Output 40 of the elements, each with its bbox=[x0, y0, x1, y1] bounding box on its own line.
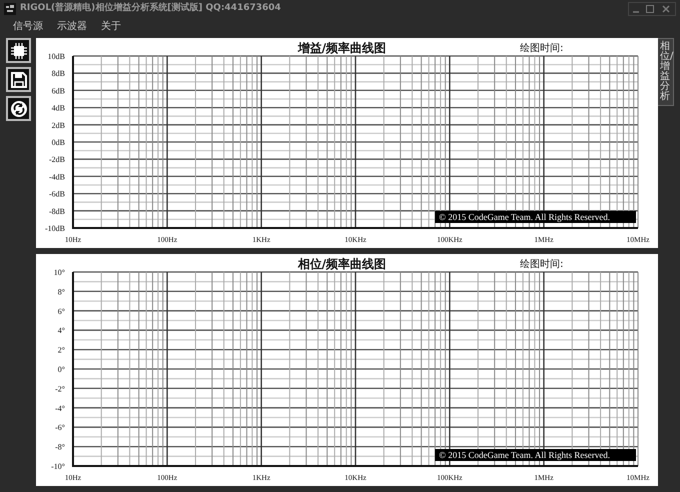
menu-item[interactable]: 信号源 bbox=[6, 18, 50, 36]
plot-time-label: 绘图时间: bbox=[520, 259, 564, 270]
y-axis-label: 6° bbox=[58, 306, 65, 316]
copyright-label: © 2015 CodeGame Team. All Rights Reserved. bbox=[435, 211, 636, 223]
y-axis-label: -10dB bbox=[45, 224, 65, 233]
toolbar-button[interactable] bbox=[6, 96, 31, 121]
y-axis-label: 10° bbox=[54, 268, 65, 277]
y-axis-label: 0dB bbox=[52, 138, 65, 147]
toolbar-button[interactable] bbox=[6, 38, 31, 63]
window-title: RIGOL(普源精电)相位增益分析系统[测试版] QQ:441673604 bbox=[20, 2, 281, 16]
y-axis-label: 8dB bbox=[52, 69, 65, 78]
chart-title: 相位/频率曲线图 bbox=[298, 257, 386, 271]
y-axis-label: -8dB bbox=[49, 206, 65, 216]
y-axis-label: -8° bbox=[55, 442, 65, 452]
y-axis-label: -4° bbox=[55, 404, 65, 413]
y-axis-label: 4dB bbox=[52, 104, 65, 113]
y-axis-label: -2° bbox=[55, 384, 65, 394]
maximize-icon[interactable] bbox=[643, 3, 657, 15]
y-axis-label: -6dB bbox=[49, 190, 65, 199]
y-axis-label: 2° bbox=[58, 346, 65, 355]
chart-title: 增益/频率曲线图 bbox=[298, 41, 386, 55]
y-axis-label: 10dB bbox=[48, 52, 65, 61]
y-axis-label: 4° bbox=[58, 326, 65, 336]
y-axis-label: -2dB bbox=[49, 155, 65, 164]
copyright-label: © 2015 CodeGame Team. All Rights Reserved. bbox=[435, 449, 636, 461]
plot-time-label: 绘图时间: bbox=[520, 43, 564, 54]
refresh-icon bbox=[10, 100, 28, 118]
side-tab[interactable]: 相位/增益分析 bbox=[658, 38, 674, 106]
y-axis-label: 6dB bbox=[52, 86, 65, 96]
chip-icon bbox=[10, 42, 28, 60]
y-axis-label: 8° bbox=[58, 287, 65, 296]
toolbar-button[interactable] bbox=[6, 67, 31, 92]
menu-item[interactable]: 示波器 bbox=[50, 18, 94, 36]
y-axis-label: -4dB bbox=[49, 172, 65, 182]
y-axis-label: -6° bbox=[55, 423, 65, 432]
y-axis-label: 0° bbox=[58, 365, 65, 374]
y-axis-label: 2dB bbox=[52, 120, 65, 130]
menu-item[interactable]: 关于 bbox=[94, 18, 128, 36]
app-logo-icon bbox=[4, 3, 16, 15]
y-axis-label: -10° bbox=[51, 462, 65, 471]
